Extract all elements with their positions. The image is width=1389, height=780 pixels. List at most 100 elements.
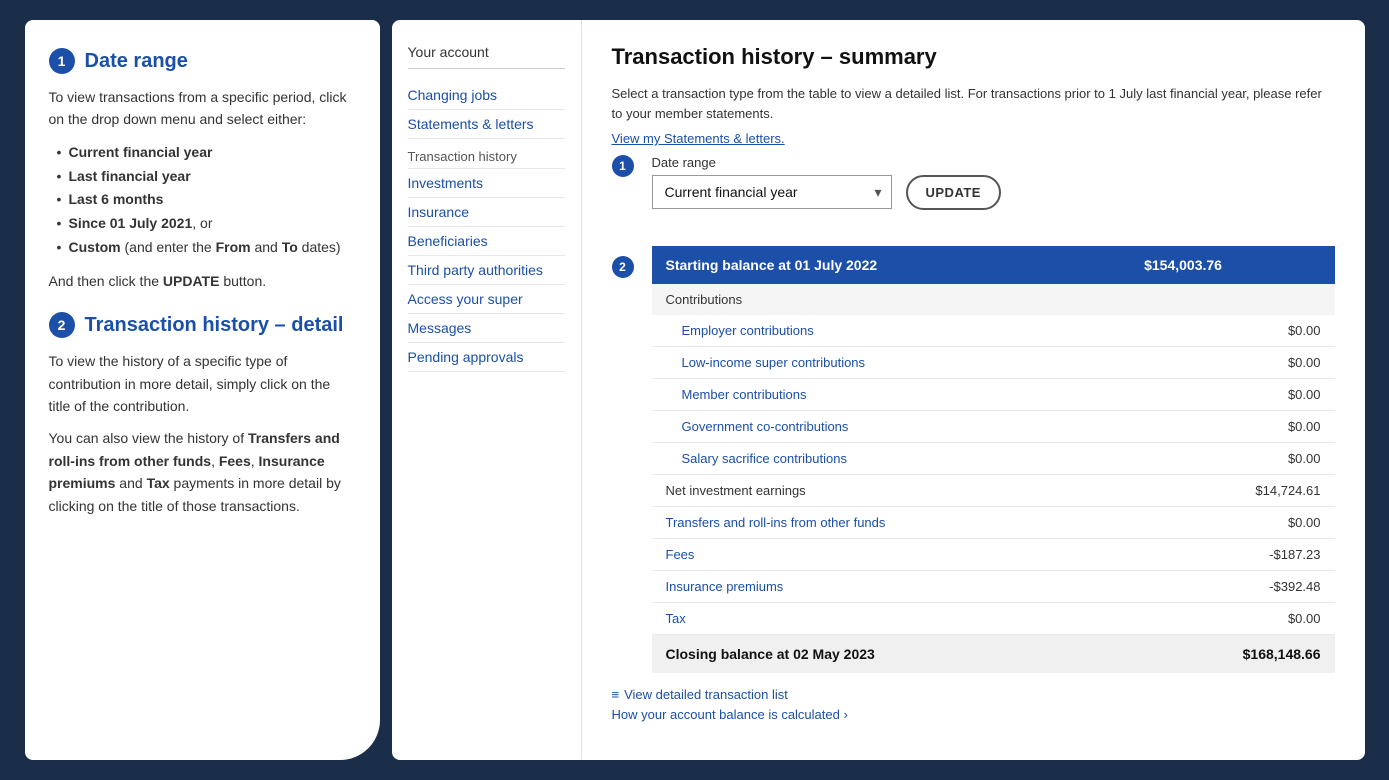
sidebar-item-insurance[interactable]: Insurance [408,198,565,227]
member-contributions-link[interactable]: Member contributions [682,387,807,402]
contributions-section-row: Contributions [652,284,1335,315]
sidebar-item-access-super[interactable]: Access your super [408,285,565,314]
step2-title: Transaction history – detail [85,314,344,337]
sidebar-item-messages[interactable]: Messages [408,314,565,343]
sidebar-section-transaction-history: Transaction history [408,139,565,169]
table-row: Salary sacrifice contributions $0.00 [652,442,1335,474]
footer-value: $168,148.66 [1130,634,1334,673]
transfers-value: $0.00 [1130,506,1334,538]
sidebar-item-third-party[interactable]: Third party authorities [408,256,565,285]
date-range-section: 1 Date range Current financial year Last… [612,155,1335,228]
date-range-inner: Date range Current financial year Last f… [652,155,1335,228]
sidebar: Your account Changing jobs Statements & … [392,20,582,760]
salary-sacrifice-cell: Salary sacrifice contributions [652,442,1131,474]
fees-value: -$187.23 [1130,538,1334,570]
list-icon: ≡ [612,687,620,702]
step1-badge: 1 [49,48,75,74]
fees-link[interactable]: Fees [666,547,695,562]
employer-contributions-cell: Employer contributions [652,315,1131,347]
step1-title: Date range [85,50,188,73]
sidebar-item-beneficiaries[interactable]: Beneficiaries [408,227,565,256]
low-income-link[interactable]: Low-income super contributions [682,355,866,370]
step1-para1: To view transactions from a specific per… [49,86,356,131]
net-investment-label: Net investment earnings [666,483,806,498]
tax-cell: Tax [652,602,1131,634]
low-income-value: $0.00 [1130,346,1334,378]
footer-links: ≡View detailed transaction list How your… [612,687,1335,722]
view-detailed-link[interactable]: ≡View detailed transaction list [612,687,1335,702]
footer-label: Closing balance at 02 May 2023 [652,634,1131,673]
salary-sacrifice-value: $0.00 [1130,442,1334,474]
statements-link[interactable]: View my Statements & letters. [612,131,785,146]
table-row: Member contributions $0.00 [652,378,1335,410]
sidebar-item-pending[interactable]: Pending approvals [408,343,565,372]
sidebar-item-statements[interactable]: Statements & letters [408,110,565,139]
step2-badge: 2 [49,312,75,338]
date-range-controls: Current financial year Last financial ye… [652,175,1335,210]
insurance-value: -$392.48 [1130,570,1334,602]
left-panel: 1 Date range To view transactions from a… [25,20,380,760]
bullet-last-6m: Last 6 months [59,188,356,212]
summary-table: Starting balance at 01 July 2022 $154,00… [652,246,1335,673]
step2-para2: You can also view the history of Transfe… [49,427,356,517]
main-description: Select a transaction type from the table… [612,84,1335,123]
header-value: $154,003.76 [1130,246,1334,284]
low-income-cell: Low-income super contributions [652,346,1131,378]
main-content: Transaction history – summary Select a t… [582,20,1365,760]
govt-contributions-cell: Government co-contributions [652,410,1131,442]
step2-section: 2 Transaction history – detail To view t… [49,312,356,517]
step1-para2: And then click the UPDATE button. [49,270,356,292]
table-row: Government co-contributions $0.00 [652,410,1335,442]
govt-contributions-link[interactable]: Government co-contributions [682,419,849,434]
member-contributions-value: $0.00 [1130,378,1334,410]
date-range-select-wrapper: Current financial year Last financial ye… [652,175,892,209]
employer-contributions-link[interactable]: Employer contributions [682,323,814,338]
bullet-last-fy: Last financial year [59,165,356,189]
transfers-cell: Transfers and roll-ins from other funds [652,506,1131,538]
update-button[interactable]: UPDATE [906,175,1001,210]
table-footer-row: Closing balance at 02 May 2023 $168,148.… [652,634,1335,673]
contributions-label: Contributions [652,284,1335,315]
table-header-row: Starting balance at 01 July 2022 $154,00… [652,246,1335,284]
table-row: Transfers and roll-ins from other funds … [652,506,1335,538]
net-investment-cell: Net investment earnings [652,474,1131,506]
right-panel: Your account Changing jobs Statements & … [392,20,1365,760]
how-calculated-link[interactable]: How your account balance is calculated › [612,707,1335,722]
member-contributions-cell: Member contributions [652,378,1131,410]
table-row: Tax $0.00 [652,602,1335,634]
page-title: Transaction history – summary [612,44,1335,70]
net-investment-value: $14,724.61 [1130,474,1334,506]
sidebar-account-label: Your account [408,44,565,69]
govt-contributions-value: $0.00 [1130,410,1334,442]
step2-inline-badge: 2 [612,256,634,278]
description-text: Select a transaction type from the table… [612,86,1322,121]
tax-value: $0.00 [1130,602,1334,634]
table-section: 2 Starting balance at 01 July 2022 $154,… [612,246,1335,673]
step1-bullets: Current financial year Last financial ye… [49,141,356,260]
insurance-cell: Insurance premiums [652,570,1131,602]
table-wrapper: Starting balance at 01 July 2022 $154,00… [652,246,1335,673]
table-row: Insurance premiums -$392.48 [652,570,1335,602]
page-wrapper: 1 Date range To view transactions from a… [25,20,1365,760]
table-row: Employer contributions $0.00 [652,315,1335,347]
sidebar-item-investments[interactable]: Investments [408,169,565,198]
table-row: Low-income super contributions $0.00 [652,346,1335,378]
statements-link-row: View my Statements & letters. [612,129,1335,149]
transfers-link[interactable]: Transfers and roll-ins from other funds [666,515,886,530]
step1-heading: 1 Date range [49,48,356,74]
bullet-since-july: Since 01 July 2021, or [59,212,356,236]
bullet-current-fy: Current financial year [59,141,356,165]
bullet-custom: Custom (and enter the From and To dates) [59,236,356,260]
fees-cell: Fees [652,538,1131,570]
table-row: Net investment earnings $14,724.61 [652,474,1335,506]
header-label: Starting balance at 01 July 2022 [652,246,1131,284]
date-range-label: Date range [652,155,1335,170]
step2-para1: To view the history of a specific type o… [49,350,356,417]
sidebar-item-changing-jobs[interactable]: Changing jobs [408,81,565,110]
tax-link[interactable]: Tax [666,611,686,626]
table-row: Fees -$187.23 [652,538,1335,570]
insurance-link[interactable]: Insurance premiums [666,579,784,594]
salary-sacrifice-link[interactable]: Salary sacrifice contributions [682,451,847,466]
date-range-select[interactable]: Current financial year Last financial ye… [652,175,892,209]
step2-heading: 2 Transaction history – detail [49,312,356,338]
